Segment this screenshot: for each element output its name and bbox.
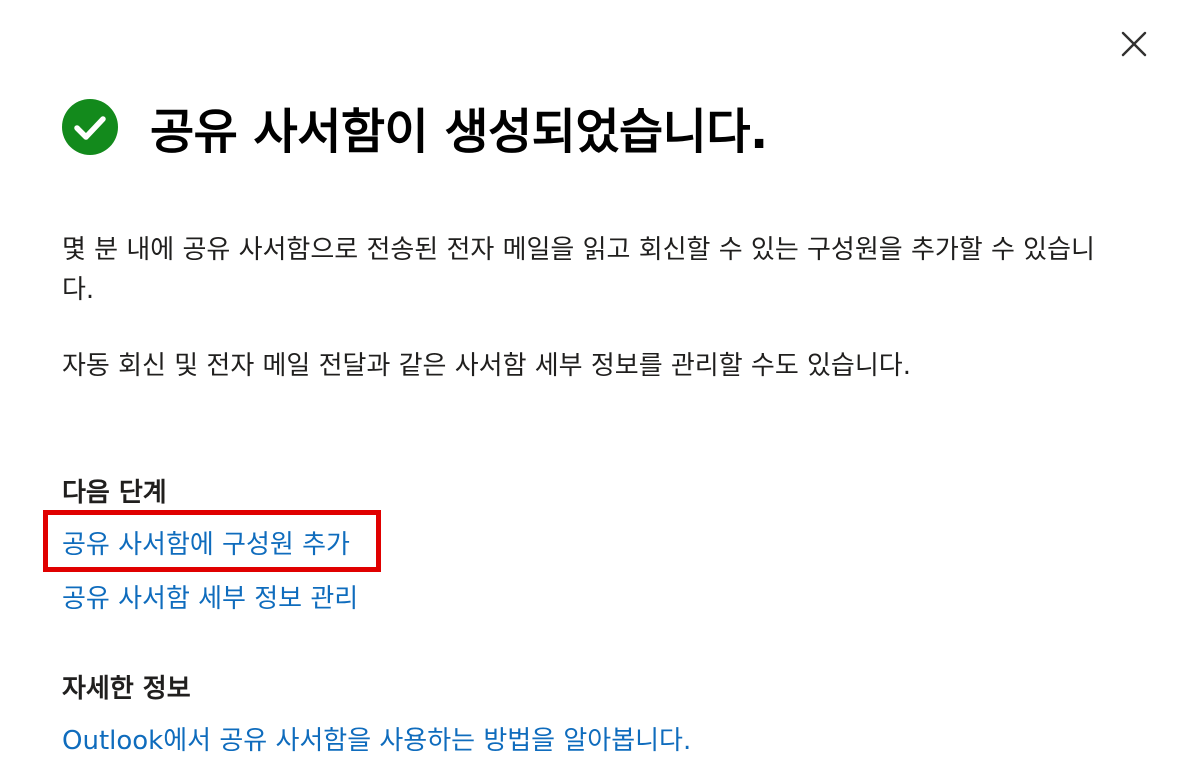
manage-details-link[interactable]: 공유 사서함 세부 정보 관리 (62, 578, 358, 615)
close-button[interactable] (1114, 24, 1154, 64)
close-icon (1121, 31, 1147, 57)
learn-outlook-link[interactable]: Outlook에서 공유 사서함을 사용하는 방법을 알아봅니다. (62, 720, 691, 757)
dialog-header: 공유 사서함이 생성되었습니다. (62, 92, 768, 162)
description-members: 몇 분 내에 공유 사서함으로 전송된 전자 메일을 읽고 회신할 수 있는 구… (62, 235, 1095, 305)
checkmark-circle-icon (62, 99, 118, 155)
add-members-link[interactable]: 공유 사서함에 구성원 추가 (62, 524, 350, 561)
page-title: 공유 사서함이 생성되었습니다. (150, 104, 768, 160)
more-info-heading: 자세한 정보 (62, 674, 191, 704)
next-steps-heading: 다음 단계 (62, 478, 167, 508)
description-details: 자동 회신 및 전자 메일 전달과 같은 사서함 세부 정보를 관리할 수도 있… (62, 351, 911, 381)
